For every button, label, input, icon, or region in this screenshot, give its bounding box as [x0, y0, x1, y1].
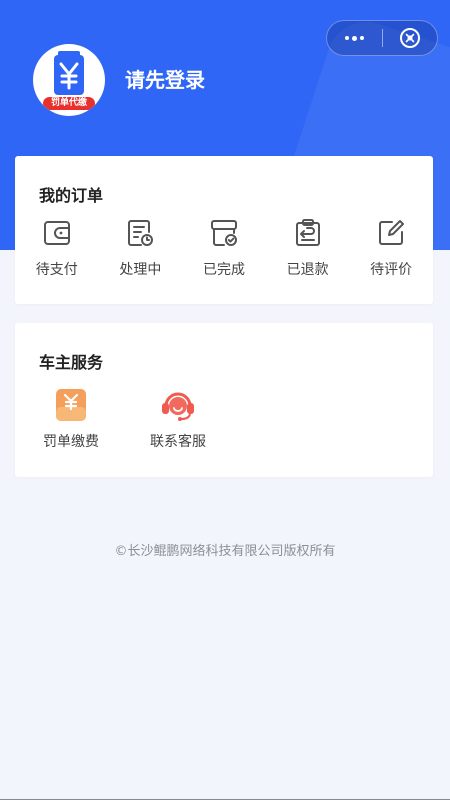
order-item-label: 待支付 [35, 262, 78, 278]
service-contact-support[interactable]: 联系客服 [137, 385, 219, 451]
my-orders-card: 我的订单 待支付 处理中 已完成 已退款 待评价 [15, 156, 433, 304]
box-check-icon [207, 216, 241, 250]
order-item-label: 处理中 [119, 262, 162, 278]
clipboard-return-icon [291, 216, 325, 250]
order-completed[interactable]: 已完成 [182, 216, 266, 279]
copyright-text: ©长沙鲲鹏网络科技有限公司版权所有 [114, 544, 336, 559]
edit-icon [374, 216, 408, 250]
document-clock-icon [123, 216, 157, 250]
order-item-label: 待评价 [370, 262, 413, 278]
more-dots-icon[interactable] [327, 21, 382, 55]
order-pending-payment[interactable]: 待支付 [15, 216, 99, 279]
mini-program-capsule [326, 20, 438, 56]
wallet-icon [40, 216, 74, 250]
close-circle-icon[interactable] [382, 21, 437, 55]
avatar-badge-text: 罚单代缴 [50, 98, 87, 108]
order-item-label: 已完成 [202, 262, 245, 278]
order-refunded[interactable]: 已退款 [266, 216, 350, 279]
customer-service-icon [158, 385, 198, 425]
order-processing[interactable]: 处理中 [99, 216, 183, 279]
orders-title: 我的订单 [39, 186, 104, 205]
order-item-label: 已退款 [286, 262, 329, 278]
services-title: 车主服务 [39, 353, 104, 372]
service-item-label: 联系客服 [150, 434, 206, 450]
car-owner-services-card: 车主服务 罚单缴费 联系客服 [15, 323, 433, 477]
service-fine-payment[interactable]: 罚单缴费 [30, 385, 112, 451]
login-prompt[interactable]: 请先登录 [125, 64, 205, 93]
order-to-review[interactable]: 待评价 [349, 216, 433, 279]
fine-payment-icon [51, 385, 91, 425]
avatar[interactable]: 罚单代缴 [33, 44, 105, 116]
service-item-label: 罚单缴费 [43, 434, 99, 450]
